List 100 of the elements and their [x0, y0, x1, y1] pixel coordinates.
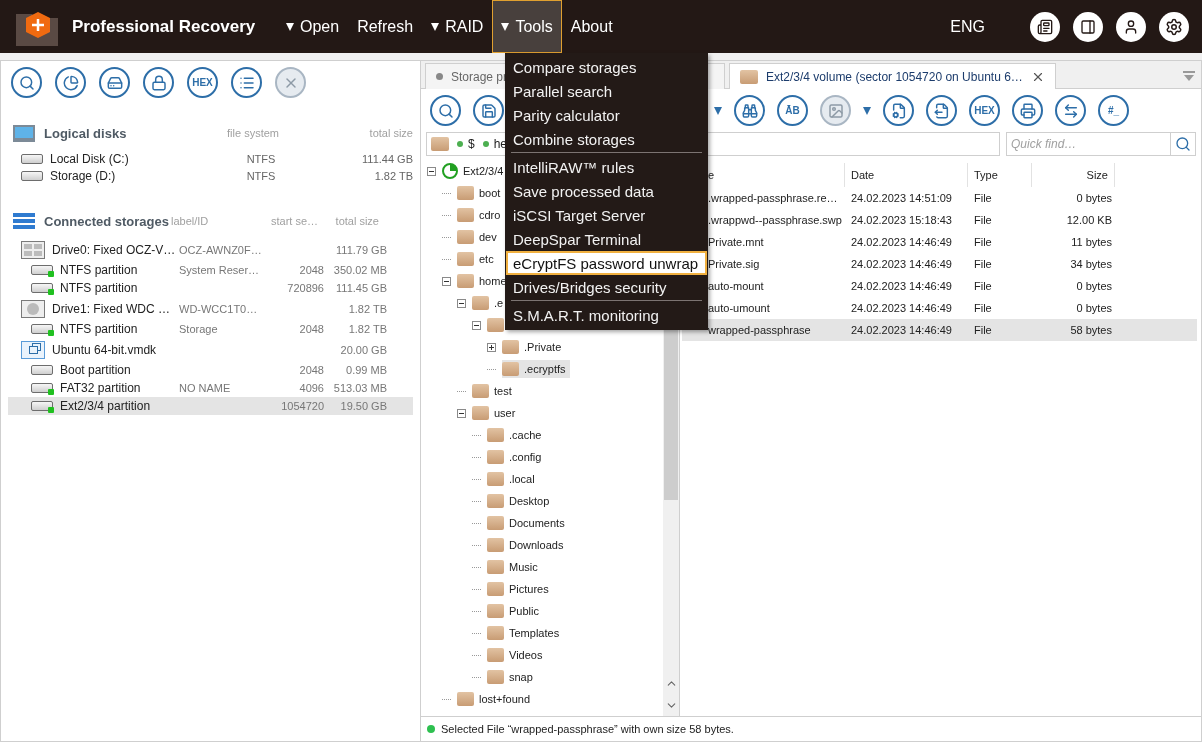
storage-name: Ext2/3/4 partition [60, 399, 151, 413]
storage-name: Ubuntu 64-bit.vmdk [52, 342, 157, 357]
toolbar-button[interactable] [926, 95, 957, 126]
tree-item[interactable]: Pictures [487, 580, 553, 598]
toolbar-button[interactable] [430, 95, 461, 126]
volume-icon [442, 163, 458, 179]
column-header[interactable]: Date [845, 163, 968, 187]
disk-name[interactable]: Local Disk (C:) [50, 151, 129, 166]
tree-item[interactable]: Templates [487, 624, 564, 642]
menu-item[interactable]: Tools [492, 0, 562, 53]
toolbar-button[interactable] [883, 95, 914, 126]
collapse-icon[interactable] [427, 166, 436, 176]
language-label[interactable]: ENG [950, 17, 985, 36]
storage-row[interactable]: Ext2/3/4 partition 1054720 19.50 GB [8, 397, 413, 415]
toolbar-button[interactable] [99, 67, 130, 98]
menu-item[interactable]: iSCSI Target Server [506, 203, 707, 227]
tree-item[interactable]: Public [487, 602, 543, 620]
toolbar-button[interactable] [734, 95, 765, 126]
tree-item[interactable]: Documents [487, 514, 569, 532]
storage-row[interactable]: Ubuntu 64-bit.vmdk 20.00 GB [8, 338, 413, 361]
tab[interactable]: Ext2/3/4 volume (sector 1054720 on Ubuntu 6… [729, 63, 1056, 89]
toolbar-button[interactable] [143, 67, 174, 98]
tree-item[interactable]: etc [457, 250, 498, 268]
tree-item[interactable]: test [472, 382, 516, 400]
file-name: Private.mnt [707, 236, 765, 248]
storage-row[interactable]: NTFS partition System Reser… 2048 350.02 MB [8, 261, 413, 279]
total-size: 513.03 MB [333, 382, 387, 394]
tree-item[interactable]: user [472, 404, 520, 422]
tree-item[interactable]: .local [487, 470, 539, 488]
tree-item[interactable]: Downloads [487, 536, 568, 554]
header-button[interactable] [1073, 11, 1103, 42]
tree-item[interactable]: dev [457, 228, 501, 246]
storage-row[interactable]: Boot partition 2048 0.99 MB [8, 361, 413, 379]
header-button[interactable] [1116, 11, 1146, 42]
toolbar-button[interactable]: HEX [969, 95, 1000, 126]
menu-item[interactable]: DeepSpar Terminal [506, 227, 707, 251]
storage-row[interactable]: NTFS partition Storage 2048 1.82 TB [8, 320, 413, 338]
column-header[interactable]: Type [968, 163, 1032, 187]
tree-item[interactable]: .e [472, 294, 508, 312]
menu-item[interactable]: eCryptFS password unwrap [506, 251, 707, 275]
menu-item[interactable]: RAID [422, 0, 493, 53]
storage-name: Boot partition [60, 363, 131, 377]
tree-item[interactable]: Desktop [487, 492, 554, 510]
collapse-icon[interactable] [472, 320, 481, 330]
start-sector: 2048 [299, 364, 324, 376]
tree-item[interactable]: cdro [457, 206, 505, 224]
menu-item[interactable]: Open [277, 0, 349, 53]
collapse-icon[interactable] [442, 276, 451, 286]
header-button[interactable] [1030, 11, 1060, 42]
storage-row[interactable]: Drive1: Fixed WDC … WD-WCC1T0… 1.82 TB [8, 297, 413, 320]
collapse-icon[interactable] [457, 408, 466, 418]
toolbar-button[interactable]: HEX [187, 67, 218, 98]
toolbar-button[interactable] [473, 95, 504, 126]
search-button[interactable] [1170, 132, 1196, 156]
disk-name[interactable]: Storage (D:) [50, 168, 116, 183]
settings-icon [1165, 17, 1183, 36]
expand-icon[interactable] [487, 342, 496, 352]
file-row[interactable]: wrapped-passphrase 24.02.2023 14:46:49 File 58 bytes [682, 319, 1197, 341]
column-header[interactable]: Size [1032, 163, 1115, 187]
storage-name: NTFS partition [60, 281, 138, 295]
header-button[interactable] [1159, 11, 1189, 42]
folder-icon [487, 648, 504, 662]
menu-item[interactable]: Refresh [348, 0, 423, 53]
caret-icon [501, 22, 510, 31]
folder-icon [487, 670, 504, 684]
tree-item[interactable]: .ecryptfs [502, 360, 570, 378]
toolbar-button[interactable] [1012, 95, 1043, 126]
collapse-icon[interactable] [457, 298, 466, 308]
toolbar-button[interactable] [11, 67, 42, 98]
path-segment[interactable]: $ [468, 137, 475, 151]
storage-stack-icon [13, 212, 35, 230]
tree-item[interactable]: .config [487, 448, 546, 466]
drive-icon [21, 240, 45, 259]
tree-item[interactable]: snap [487, 668, 537, 686]
file-arrow-icon [933, 102, 950, 119]
toolbar-button[interactable]: #_ [1098, 95, 1129, 126]
tree-item[interactable]: lost+found [457, 690, 535, 708]
tree-item[interactable]: boot [457, 184, 505, 202]
toolbar-button[interactable] [55, 67, 86, 98]
menu-item[interactable]: Compare storages [506, 55, 707, 79]
menu-item[interactable]: Parallel search [506, 79, 707, 103]
toolbar-button[interactable] [1055, 95, 1086, 126]
toolbar-button[interactable]: ĀB [777, 95, 808, 126]
storage-row[interactable]: NTFS partition 720896 111.45 GB [8, 279, 413, 297]
file-system: NTFS [245, 152, 277, 165]
tree-item[interactable]: Videos [487, 646, 547, 664]
menu-item[interactable]: About [561, 0, 622, 53]
tree-item[interactable]: Music [487, 558, 542, 576]
menu-item[interactable]: Parity calculator [506, 103, 707, 127]
storage-row[interactable]: FAT32 partition NO NAME 4096 513.03 MB [8, 379, 413, 397]
quick-find-field[interactable]: Quick find… [1006, 132, 1170, 156]
lock-icon [150, 74, 167, 91]
caret-icon[interactable] [863, 106, 871, 115]
storage-name: FAT32 partition [60, 381, 141, 395]
storage-row[interactable]: Drive0: Fixed OCZ-V… OCZ-AWNZ0F… 111.79 GB [8, 238, 413, 261]
tree-item[interactable]: .Private [502, 338, 566, 356]
tree-item[interactable]: Ext2/3/4 [442, 161, 508, 181]
storage-label: System Reser… [179, 264, 260, 276]
tree-item[interactable]: .cache [487, 426, 546, 444]
toolbar-button[interactable] [231, 67, 262, 98]
